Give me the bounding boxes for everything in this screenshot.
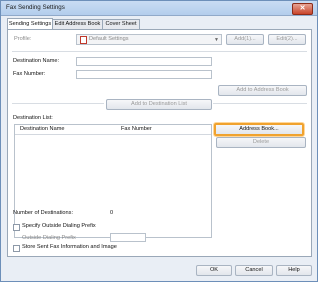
sending-settings-panel: Profile: Default Settings ▼ Add(1)... Ed… [7, 29, 312, 257]
divider [12, 51, 307, 52]
column-header-destination-name[interactable]: Destination Name [20, 126, 64, 132]
list-header: Destination Name Fax Number [15, 125, 211, 135]
fax-number-label: Fax Number: [13, 71, 46, 77]
window-title: Fax Sending Settings [6, 4, 65, 11]
divider [213, 103, 307, 104]
ok-button[interactable]: OK [196, 265, 232, 276]
profile-select[interactable]: Default Settings ▼ [76, 34, 222, 45]
number-of-destinations-label: Number of Destinations: [13, 210, 74, 216]
profile-label: Profile: [14, 36, 32, 42]
tab-cover-sheet[interactable]: Cover Sheet [102, 19, 140, 29]
column-header-fax-number[interactable]: Fax Number [121, 126, 152, 132]
address-book-button[interactable]: Address Book... [214, 123, 304, 136]
add-profile-button[interactable]: Add(1)... [226, 34, 264, 45]
document-icon [80, 36, 87, 44]
store-sent-fax-checkbox-label: Store Sent Fax Information and Image [22, 244, 117, 250]
close-button[interactable]: ✕ [292, 3, 313, 15]
destination-list-label: Destination List: [13, 115, 53, 121]
fax-number-input[interactable] [76, 70, 212, 79]
outside-dialing-checkbox[interactable] [13, 224, 20, 231]
tab-edit-address-book[interactable]: Edit Address Book [52, 19, 103, 29]
profile-value: Default Settings [89, 36, 129, 42]
delete-button[interactable]: Delete [216, 137, 306, 148]
divider [12, 103, 104, 104]
destination-name-input[interactable] [76, 57, 212, 66]
title-bar: Fax Sending Settings ✕ [1, 1, 317, 16]
destination-list[interactable]: Destination Name Fax Number [14, 124, 212, 238]
outside-dialing-checkbox-label: Specify Outside Dialing Prefix [22, 223, 96, 229]
dialog-button-bar: OK Cancel Help [1, 259, 317, 281]
chevron-down-icon: ▼ [214, 37, 219, 43]
help-button[interactable]: Help [276, 265, 312, 276]
store-sent-fax-checkbox[interactable] [13, 245, 20, 252]
edit-profile-button[interactable]: Edit(2)... [268, 34, 306, 45]
add-to-destination-list-button[interactable]: Add to Destination List [106, 99, 212, 110]
close-icon: ✕ [299, 5, 306, 12]
outside-dialing-prefix-input[interactable] [110, 233, 146, 242]
destination-name-label: Destination Name: [13, 58, 60, 64]
number-of-destinations-value: 0 [110, 210, 114, 216]
cancel-button[interactable]: Cancel [235, 265, 273, 276]
outside-dialing-prefix-label: Outside Dialing Prefix [22, 235, 76, 241]
fax-sending-settings-dialog: Fax Sending Settings ✕ Sending Settings … [0, 0, 318, 282]
add-to-address-book-button[interactable]: Add to Address Book [218, 85, 307, 96]
